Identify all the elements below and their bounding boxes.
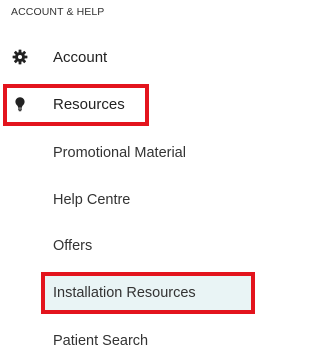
nav-item-account[interactable]: Account bbox=[0, 40, 262, 74]
nav-item-resources[interactable]: Resources bbox=[0, 87, 262, 121]
nav-item-account-label: Account bbox=[53, 48, 108, 66]
submenu-item-offers[interactable]: Offers bbox=[53, 238, 92, 254]
lightbulb-icon bbox=[12, 96, 28, 112]
submenu-item-patient-search[interactable]: Patient Search bbox=[53, 333, 148, 349]
submenu-item-installation-resources[interactable]: Installation Resources bbox=[53, 285, 196, 301]
nav-item-resources-label: Resources bbox=[53, 95, 125, 113]
gear-icon bbox=[12, 49, 28, 65]
section-title: ACCOUNT & HELP bbox=[11, 6, 105, 18]
submenu-item-help-centre[interactable]: Help Centre bbox=[53, 192, 130, 208]
submenu-item-promotional-material[interactable]: Promotional Material bbox=[53, 145, 186, 161]
